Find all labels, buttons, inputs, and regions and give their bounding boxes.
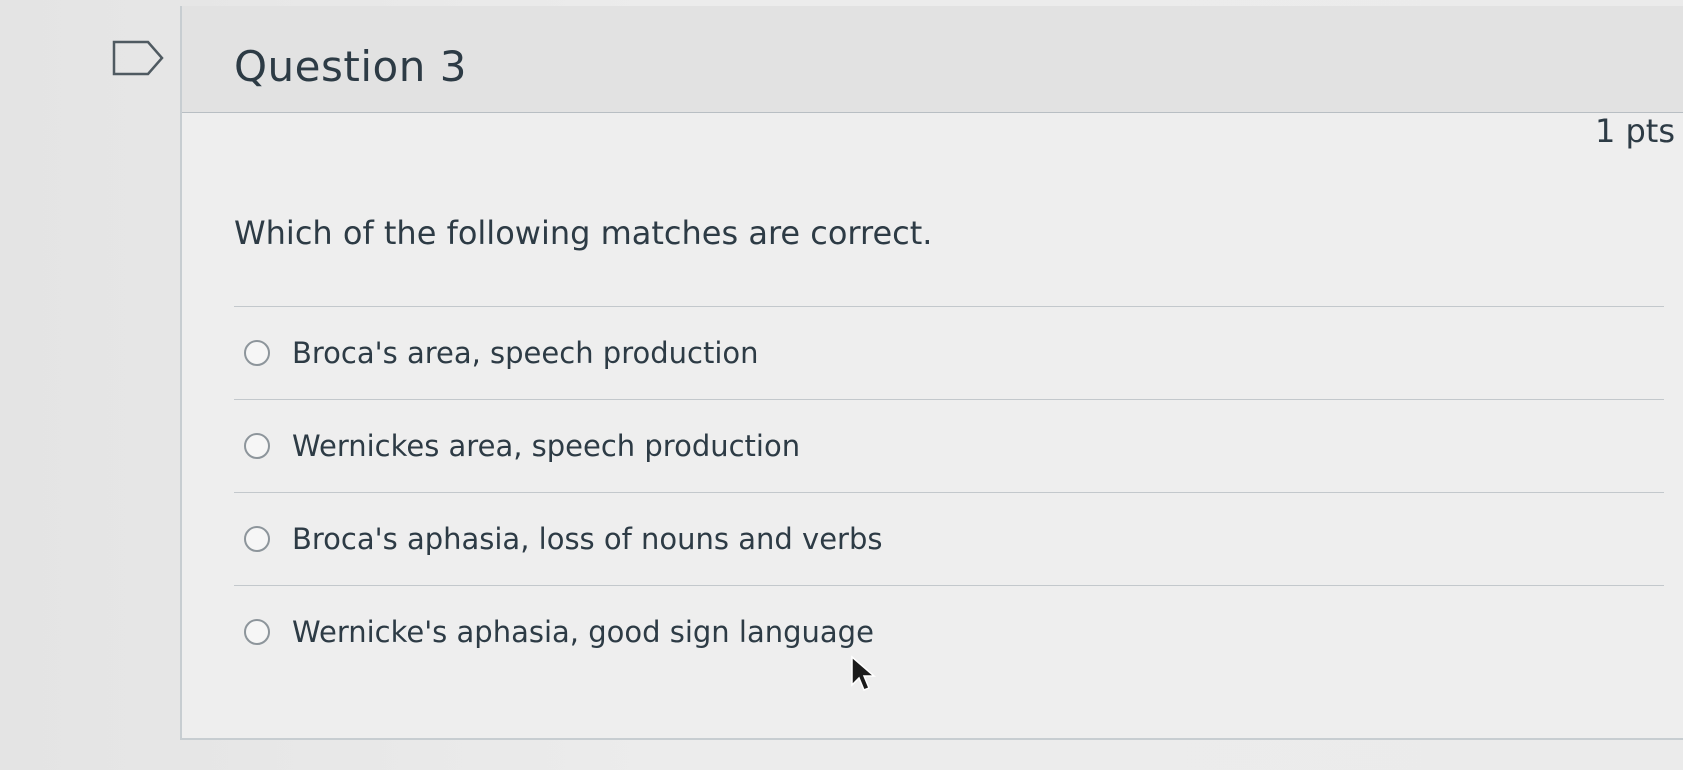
- radio-button[interactable]: [244, 433, 270, 459]
- question-header: Question 3: [182, 6, 1683, 113]
- quiz-page: Question 3 1 pts Which of the following …: [0, 0, 1683, 770]
- answer-list: Broca's area, speech production Wernicke…: [234, 306, 1664, 678]
- answer-option[interactable]: Broca's area, speech production: [234, 307, 1664, 399]
- answer-option[interactable]: Wernicke's aphasia, good sign language: [234, 586, 1664, 678]
- answer-label: Wernicke's aphasia, good sign language: [292, 615, 874, 649]
- mouse-pointer-icon: [851, 655, 876, 691]
- answer-option[interactable]: Wernickes area, speech production: [234, 400, 1664, 492]
- radio-button[interactable]: [244, 619, 270, 645]
- answer-option[interactable]: Broca's aphasia, loss of nouns and verbs: [234, 493, 1664, 585]
- answer-label: Broca's aphasia, loss of nouns and verbs: [292, 522, 883, 556]
- flag-question-icon[interactable]: [110, 38, 170, 78]
- radio-button[interactable]: [244, 526, 270, 552]
- radio-button[interactable]: [244, 340, 270, 366]
- question-text: Which of the following matches are corre…: [234, 214, 933, 252]
- answer-label: Wernickes area, speech production: [292, 429, 801, 463]
- question-card: Question 3 1 pts Which of the following …: [180, 6, 1683, 740]
- question-title: Question 3: [234, 42, 467, 91]
- question-points: 1 pts: [1594, 112, 1675, 150]
- answer-label: Broca's area, speech production: [292, 336, 759, 370]
